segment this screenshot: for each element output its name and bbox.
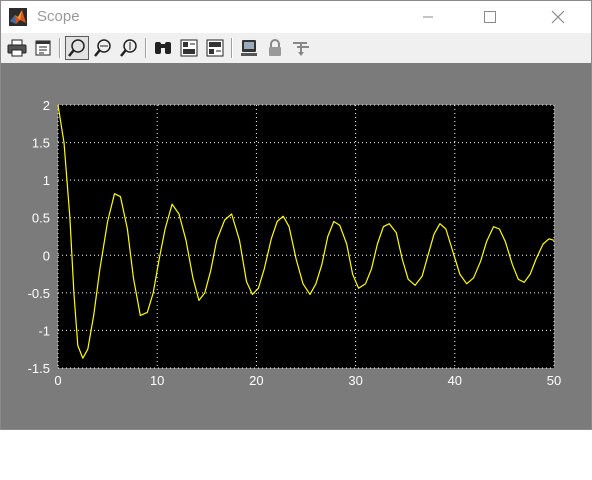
print-button[interactable] xyxy=(5,36,29,60)
parameters-icon xyxy=(35,40,51,56)
time-offset-value: 0 xyxy=(76,465,84,480)
maximize-icon xyxy=(484,11,496,23)
y-tick-label: 1.5 xyxy=(32,136,50,151)
scope-window: Scope 2 1.5 1 0.5 0 -0.5 -1 -1.5 0 10 20… xyxy=(0,0,592,480)
x-axis-ticks: 0 10 20 30 40 50 xyxy=(54,373,561,388)
close-icon xyxy=(551,10,565,24)
lock-axes-button[interactable] xyxy=(263,36,287,60)
x-tick-label: 50 xyxy=(547,373,561,388)
x-tick-label: 0 xyxy=(54,373,61,388)
scope-plot[interactable]: 2 1.5 1 0.5 0 -0.5 -1 -1.5 0 10 20 30 40 50 xyxy=(1,63,591,403)
scope-toolbar xyxy=(1,33,591,63)
autoscale-binoculars-icon xyxy=(155,42,171,54)
y-tick-label: -0.5 xyxy=(28,286,50,301)
x-tick-label: 10 xyxy=(150,373,164,388)
x-tick-label: 30 xyxy=(348,373,362,388)
plot-panel: 2 1.5 1 0.5 0 -0.5 -1 -1.5 0 10 20 30 40 50 Time off… xyxy=(1,63,591,480)
zoom-y-icon xyxy=(120,39,137,57)
lock-axes-icon xyxy=(269,39,281,56)
minimize-button[interactable] xyxy=(405,1,451,33)
floating-scope-icon xyxy=(241,40,257,56)
autoscale-button[interactable] xyxy=(151,36,175,60)
y-tick-label: 0 xyxy=(43,248,50,263)
y-tick-label: -1 xyxy=(38,323,50,338)
zoom-x-icon xyxy=(94,39,111,57)
restore-axes-settings-icon xyxy=(206,39,224,57)
matlab-logo-icon xyxy=(9,8,27,26)
y-axis-ticks: 2 1.5 1 0.5 0 -0.5 -1 -1.5 xyxy=(28,98,50,376)
minimize-icon xyxy=(423,16,433,18)
axes-background xyxy=(58,105,554,368)
toolbar-separator xyxy=(59,38,61,58)
zoom-y-button[interactable] xyxy=(117,36,141,60)
signal-selection-icon xyxy=(293,42,309,56)
time-offset-label: Time offset: xyxy=(1,465,69,480)
close-button[interactable] xyxy=(535,1,581,33)
y-tick-label: -1.5 xyxy=(28,361,50,376)
window-title: Scope xyxy=(37,8,80,25)
restore-axes-settings-button[interactable] xyxy=(203,36,227,60)
signal-selection-button[interactable] xyxy=(289,36,313,60)
x-tick-label: 40 xyxy=(448,373,462,388)
status-bar: Time offset: 0 xyxy=(1,465,83,480)
y-tick-label: 1 xyxy=(43,173,50,188)
y-tick-label: 0.5 xyxy=(32,211,50,226)
title-bar[interactable]: Scope xyxy=(1,1,591,33)
toolbar-separator xyxy=(231,38,233,58)
print-icon xyxy=(7,39,27,57)
zoom-button[interactable] xyxy=(65,36,89,60)
zoom-icon xyxy=(68,39,85,57)
maximize-button[interactable] xyxy=(467,1,513,33)
save-axes-settings-button[interactable] xyxy=(177,36,201,60)
y-tick-label: 2 xyxy=(43,98,50,113)
save-axes-settings-icon xyxy=(180,39,198,57)
toolbar-separator xyxy=(145,38,147,58)
zoom-x-button[interactable] xyxy=(91,36,115,60)
x-tick-label: 20 xyxy=(249,373,263,388)
parameters-button[interactable] xyxy=(31,36,55,60)
floating-scope-button[interactable] xyxy=(237,36,261,60)
